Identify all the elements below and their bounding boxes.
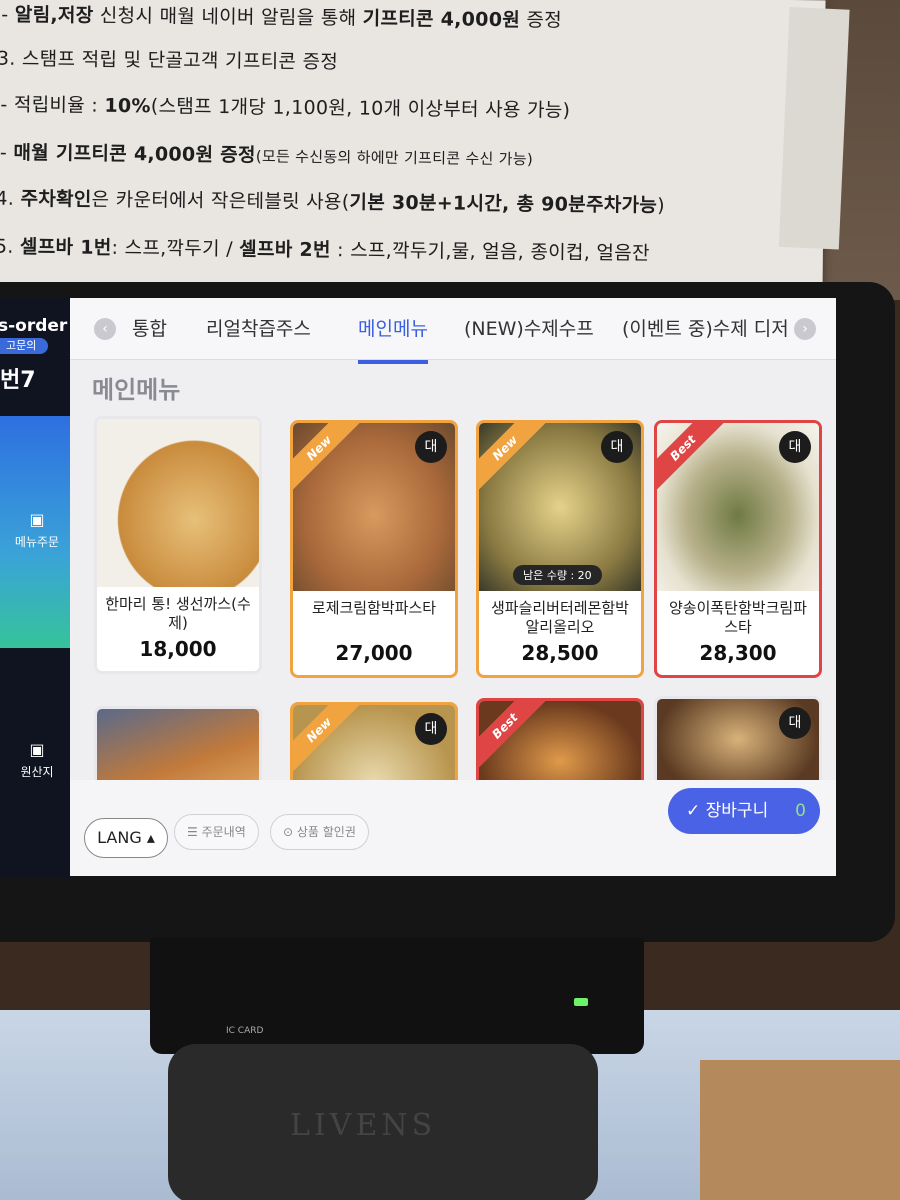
tab-juice[interactable]: 리얼착즙주스	[206, 314, 311, 341]
new-ribbon: New	[479, 423, 549, 492]
menu-price: 28,300	[699, 641, 777, 665]
notice-line-4: - 매월 기프티콘 4,000원 증정(모든 수신동의 하에만 기프티콘 수신 …	[0, 141, 534, 169]
side-panel: s-order 고문의 번7 ▣ 메뉴주문 ▣ 원산지	[0, 298, 74, 878]
coupon-icon: ⊙	[283, 825, 297, 839]
menu-price: 27,000	[335, 641, 413, 665]
size-badge: 대	[415, 431, 447, 463]
card-reader	[150, 938, 644, 1054]
sidebar-item-label: 메뉴주문	[14, 535, 60, 549]
side-panel-highlight: ▣ 메뉴주문	[0, 416, 74, 648]
kiosk-screen: ‹ 통합 리얼착즙주스 메인메뉴 (NEW)수제수프 (이벤트 중)수제 디저 …	[70, 298, 836, 876]
sidebar-item-menu-order[interactable]: ▣ 메뉴주문	[0, 510, 74, 550]
brand-logo: s-order 고문의	[0, 316, 68, 354]
size-badge: 대	[779, 431, 811, 463]
new-ribbon: New	[293, 423, 363, 492]
active-tab-indicator	[358, 360, 428, 364]
tab-main-menu[interactable]: 메인메뉴	[358, 314, 428, 341]
size-badge: 대	[779, 707, 811, 739]
menu-grid: 한마리 통! 생선까스(수제) 18,000 New 대 로제크림함박파스타 2…	[70, 416, 836, 796]
bottom-bar: LANG ▴ ☰ 주문내역 ⊙ 상품 할인권 ✓ 장바구니 0	[70, 780, 836, 876]
menu-price: 28,500	[521, 641, 599, 665]
notice-line-6: 5. 셀프바 1번: 스프,깍두기 / 셀프바 2번 : 스프,깍두기,물, 얼…	[0, 235, 650, 265]
check-icon: ✓	[686, 801, 706, 821]
notice-line-5: 4. 주차확인은 카운터에서 작은테블릿 사용(기본 30분+1시간, 총 90…	[0, 187, 665, 217]
livens-logo: LIVENS	[290, 1108, 437, 1143]
size-badge: 대	[601, 431, 633, 463]
sidebar-item-origin[interactable]: ▣ 원산지	[0, 740, 74, 780]
menu-card[interactable]: New 대 로제크림함박파스타 27,000	[290, 420, 458, 678]
tab-soup[interactable]: (NEW)수제수프	[464, 314, 594, 341]
cart-label: 장바구니	[705, 801, 769, 821]
menu-price: 18,000	[139, 637, 217, 661]
best-ribbon: Best	[657, 423, 727, 492]
table-number: 번7	[0, 368, 36, 393]
menu-name: 생파슬리버터레몬함박알리올리오	[490, 599, 629, 636]
reader-led-icon	[574, 998, 588, 1006]
food-photo	[97, 419, 259, 587]
cart-button[interactable]: ✓ 장바구니 0	[668, 788, 820, 834]
tab-dessert[interactable]: (이벤트 중)수제 디저	[622, 314, 789, 341]
notice-line-2: 3. 스탬프 적립 및 단골고객 기프티콘 증정	[0, 47, 339, 74]
menu-card[interactable]: Best 대 양송이폭탄함박크림파스타 28,300	[654, 420, 822, 678]
clipboard-icon: ▣	[29, 510, 45, 529]
notice-paper-tab	[778, 7, 850, 250]
new-ribbon: New	[293, 705, 363, 774]
notice-line-3: - 적립비율 : 10%(스탬프 1개당 1,100원, 10개 이상부터 사용…	[0, 93, 571, 122]
size-badge: 대	[415, 713, 447, 745]
language-button[interactable]: LANG ▴	[84, 818, 168, 858]
list-icon: ☰	[187, 825, 202, 839]
notice-line-1: - 알림,저장 신청시 매월 네이버 알림을 통해 기프티콘 4,000원 증정	[1, 3, 563, 32]
category-tabbar: ‹ 통합 리얼착즙주스 메인메뉴 (NEW)수제수프 (이벤트 중)수제 디저 …	[70, 298, 836, 360]
food-photo: New 대	[293, 423, 455, 591]
food-photo: New 대 남은 수량 : 20	[479, 423, 641, 591]
menu-name: 로제크림함박파스타	[311, 599, 437, 617]
menu-card[interactable]: New 대 남은 수량 : 20 생파슬리버터레몬함박알리올리오 28,500	[476, 420, 644, 678]
ic-card-label: IC CARD	[226, 1026, 264, 1036]
wooden-table	[700, 1060, 900, 1200]
best-ribbon: Best	[479, 701, 549, 770]
tab-prev-icon[interactable]: ‹	[94, 318, 116, 340]
menu-name: 양송이폭탄함박크림파스타	[668, 599, 807, 636]
section-title: 메인메뉴	[92, 376, 181, 404]
coupon-button[interactable]: ⊙ 상품 할인권	[270, 814, 369, 850]
sidebar-item-label: 원산지	[20, 765, 54, 779]
cart-count: 0	[795, 801, 806, 821]
menu-card[interactable]: 한마리 통! 생선까스(수제) 18,000	[94, 416, 262, 674]
food-photo: Best 대	[657, 423, 819, 591]
tab-next-icon[interactable]: ›	[794, 318, 816, 340]
order-history-button[interactable]: ☰ 주문내역	[174, 814, 259, 850]
clipboard-icon: ▣	[29, 740, 45, 759]
tab-all[interactable]: 통합	[132, 314, 167, 341]
notice-paper: - 알림,저장 신청시 매월 네이버 알림을 통해 기프티콘 4,000원 증정…	[0, 0, 850, 301]
menu-name: 한마리 통! 생선까스(수제)	[105, 595, 251, 632]
stock-badge: 남은 수량 : 20	[513, 565, 602, 585]
